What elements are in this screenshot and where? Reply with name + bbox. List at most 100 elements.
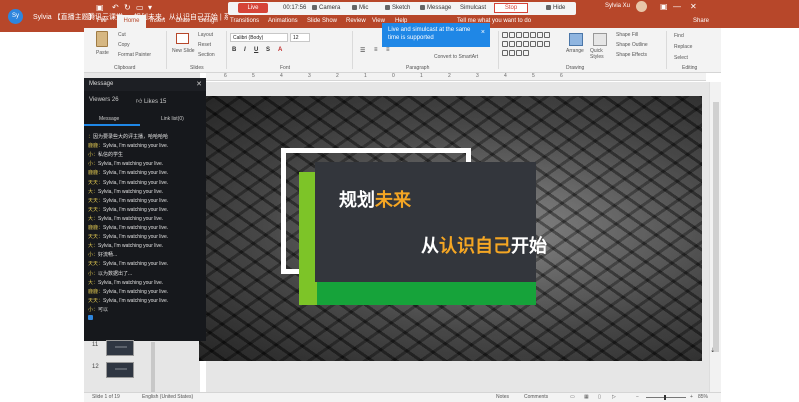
message-text: Sylvia, I'm watching your live.: [103, 170, 169, 177]
close-window-icon[interactable]: ✕: [690, 2, 697, 11]
sketch-button[interactable]: Sketch: [385, 5, 410, 11]
comments-button[interactable]: Comments: [524, 394, 548, 400]
normal-view-icon[interactable]: ▭: [570, 394, 575, 400]
slide-sorter-icon[interactable]: ▦: [584, 394, 589, 400]
align-left-icon[interactable]: ≡: [374, 47, 378, 53]
present-icon[interactable]: ▭: [136, 3, 144, 12]
zoom-out-icon[interactable]: −: [636, 394, 639, 400]
tab-home[interactable]: Home: [117, 15, 146, 28]
customize-icon[interactable]: ▾: [148, 3, 152, 12]
message-item: 鹿鹿：Sylvia, I'm watching your live.: [88, 169, 168, 176]
message-text: 可以: [98, 306, 109, 313]
quick-styles-button[interactable]: Quick Styles: [590, 48, 612, 60]
cut-button[interactable]: Cut: [118, 32, 126, 38]
live-button[interactable]: Live: [238, 3, 268, 13]
font-name-select[interactable]: Calibri (Body): [230, 33, 288, 42]
user-avatar[interactable]: [636, 1, 647, 12]
zoom-slider-knob[interactable]: [664, 395, 666, 400]
group-drawing-label: Drawing: [566, 65, 585, 71]
user-name[interactable]: Sylvia Xu: [605, 3, 630, 9]
mic-button[interactable]: Mic: [352, 5, 368, 11]
format-painter-button[interactable]: Format Painter: [118, 52, 151, 58]
scroll-down-icon[interactable]: ⇣: [710, 347, 715, 354]
strikethrough-button[interactable]: S: [266, 47, 270, 53]
message-item: 大：Sylvia, I'm watching your live.: [88, 215, 163, 222]
notes-button[interactable]: Notes: [496, 394, 509, 400]
bullets-icon[interactable]: ☰: [360, 47, 365, 54]
tab-review[interactable]: Review: [346, 18, 366, 24]
redo-icon[interactable]: ↻: [124, 3, 131, 12]
align-center-icon[interactable]: ≡: [386, 47, 390, 53]
reset-button[interactable]: Reset: [198, 42, 211, 48]
message-author: 天天：: [88, 179, 104, 186]
slide-thumbnail-11[interactable]: [106, 340, 134, 356]
reading-view-icon[interactable]: ▯: [598, 394, 601, 400]
message-text: Sylvia, I'm watching your live.: [103, 261, 169, 268]
message-author: 天天：: [88, 297, 104, 304]
scrollbar-thumb[interactable]: [713, 102, 719, 352]
undo-icon[interactable]: ↶: [112, 3, 119, 12]
tab-file[interactable]: File: [97, 18, 107, 24]
arrange-icon[interactable]: [569, 33, 583, 46]
bold-button[interactable]: B: [232, 47, 236, 53]
italic-button[interactable]: I: [244, 47, 246, 53]
paste-button[interactable]: Paste: [96, 50, 109, 56]
status-bar: Slide 1 of 19 English (United States) No…: [84, 392, 721, 402]
tab-design[interactable]: Design: [199, 18, 218, 24]
shape-fill-button[interactable]: Shape Fill: [616, 32, 638, 38]
font-color-button[interactable]: A: [278, 47, 282, 53]
convert-smartart-button[interactable]: Convert to SmartArt: [434, 54, 478, 60]
message-button[interactable]: Message: [420, 5, 451, 11]
new-slide-button[interactable]: New Slide: [172, 48, 195, 54]
stop-button[interactable]: Stop: [494, 3, 528, 13]
slide[interactable]: 规划未来 从认识自己开始: [199, 96, 702, 361]
message-text: 好流畅...: [98, 252, 118, 259]
minimize-icon[interactable]: —: [673, 2, 681, 11]
ribbon-separator: [166, 31, 167, 69]
tab-draw[interactable]: Draw: [176, 18, 190, 24]
find-button[interactable]: Find: [674, 33, 684, 39]
zoom-slider[interactable]: [646, 397, 686, 398]
camera-button[interactable]: Camera: [312, 5, 340, 11]
zoom-in-icon[interactable]: +: [690, 394, 693, 400]
layout-button[interactable]: Layout: [198, 32, 213, 38]
new-slide-icon[interactable]: [176, 33, 189, 44]
replace-button[interactable]: Replace: [674, 44, 692, 50]
zoom-level[interactable]: 85%: [698, 394, 708, 400]
tab-message[interactable]: Message: [99, 116, 119, 122]
message-item: ：因为要录些大的评主播，哈哈哈哈: [88, 133, 168, 140]
arrange-button[interactable]: Arrange: [566, 48, 584, 54]
simulcast-button[interactable]: Simulcast: [460, 5, 486, 11]
share-button[interactable]: Share: [693, 18, 709, 24]
close-icon[interactable]: ✕: [196, 80, 202, 88]
message-author: 天天：: [88, 261, 104, 268]
slide-title-line-2[interactable]: 从认识自己开始: [421, 232, 547, 258]
copy-button[interactable]: Copy: [118, 42, 130, 48]
language-indicator[interactable]: English (United States): [142, 394, 193, 400]
slide-title-line-1[interactable]: 规划未来: [339, 186, 411, 212]
shape-effects-button[interactable]: Shape Effects: [616, 52, 647, 58]
tab-link-list[interactable]: Link list(0): [161, 116, 184, 122]
shapes-gallery[interactable]: [502, 31, 552, 61]
paste-icon[interactable]: [96, 31, 108, 47]
slideshow-icon[interactable]: ▷: [612, 394, 616, 400]
save-icon[interactable]: ▣: [96, 3, 104, 12]
font-size-select[interactable]: 12: [290, 33, 310, 42]
thumbnail-number: 12: [92, 364, 99, 370]
ribbon-display-icon[interactable]: ▣: [660, 2, 668, 11]
tab-animations[interactable]: Animations: [268, 18, 298, 24]
tab-transitions[interactable]: Transitions: [230, 18, 259, 24]
tab-slide-show[interactable]: Slide Show: [307, 18, 337, 24]
hide-button[interactable]: Hide: [546, 5, 565, 11]
tab-insert[interactable]: Insert: [150, 18, 165, 24]
quick-styles-icon[interactable]: [593, 33, 607, 46]
section-button[interactable]: Section: [198, 52, 215, 58]
shape-outline-button[interactable]: Shape Outline: [616, 42, 648, 48]
toast-close-icon[interactable]: ×: [481, 29, 485, 37]
avatar[interactable]: Sy: [8, 9, 23, 24]
message-item: 天天：Sylvia, I'm watching your live.: [88, 297, 168, 304]
slide-thumbnail-12[interactable]: [106, 362, 134, 378]
underline-button[interactable]: U: [254, 47, 258, 53]
select-button[interactable]: Select: [674, 55, 688, 61]
thumbnail-scrollbar[interactable]: [151, 342, 155, 392]
